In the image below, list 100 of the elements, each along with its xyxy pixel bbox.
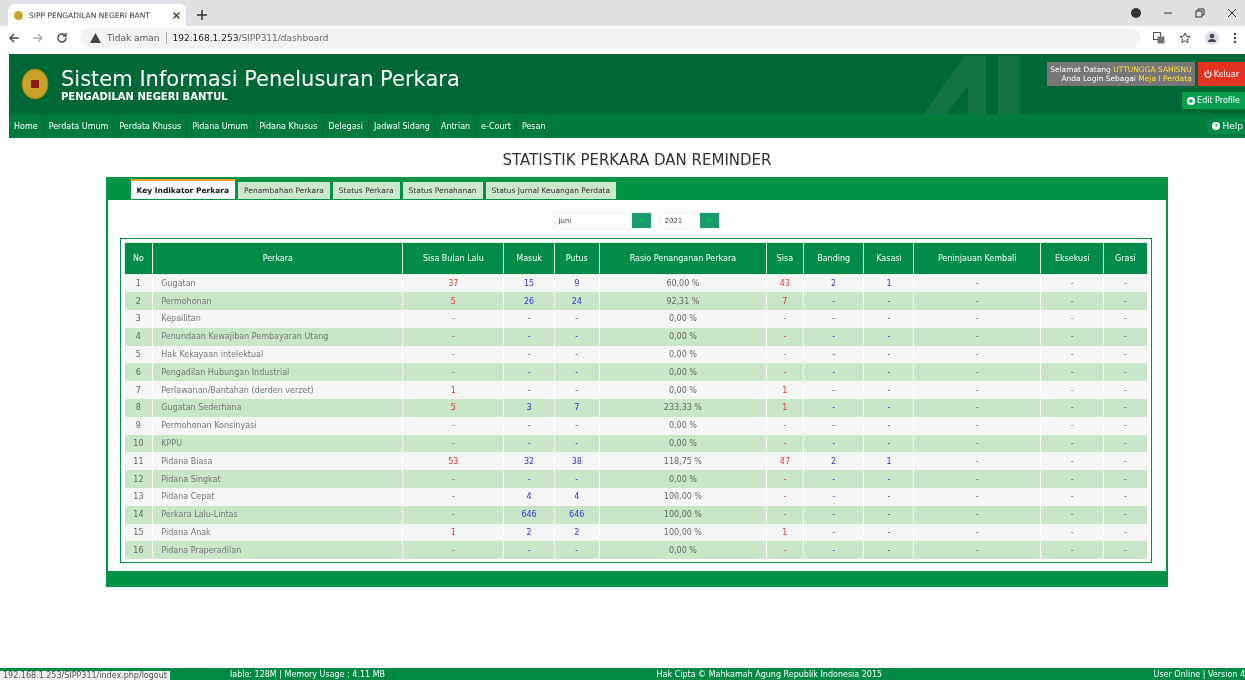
nav-link[interactable]: Home <box>9 114 44 138</box>
table-cell: 8 <box>124 399 153 417</box>
table-cell: - <box>864 505 914 524</box>
warning-icon <box>90 33 101 43</box>
table-cell: - <box>402 327 504 346</box>
column-header: Banding <box>803 242 864 275</box>
table-cell: - <box>766 541 804 560</box>
table-cell: - <box>913 541 1041 560</box>
status-url-tooltip: 192.168.1.253/SIPP311/index.php/logout <box>0 671 170 680</box>
caret-icon <box>705 218 713 223</box>
table-cell: - <box>913 416 1041 435</box>
table-cell: - <box>1103 310 1147 328</box>
edit-profile-button[interactable]: Edit Profile <box>1182 92 1245 109</box>
table-cell: - <box>1040 416 1104 435</box>
power-icon <box>1203 70 1212 78</box>
table-cell: - <box>803 416 864 435</box>
table-cell: - <box>554 310 600 328</box>
table-cell: - <box>1103 488 1147 506</box>
column-header: Masuk <box>503 242 555 275</box>
column-header: Putus <box>554 242 600 275</box>
caret-icon <box>637 218 645 223</box>
table-cell: - <box>913 505 1041 524</box>
copyright-text: Hak Cipta © Mahkamah Agung Republik Indonesia 2015 <box>656 669 883 679</box>
account-icon[interactable] <box>1205 31 1219 45</box>
translate-icon[interactable] <box>1153 32 1165 44</box>
logout-button[interactable]: Keluar <box>1197 62 1245 86</box>
profile-icon[interactable] <box>1131 8 1141 18</box>
table-cell: - <box>913 488 1041 506</box>
menu-icon[interactable] <box>1233 32 1237 44</box>
table-cell: - <box>402 310 504 328</box>
memory-usage-text: lable: 128M | Memory Usage : 4.11 MB <box>230 669 386 679</box>
table-cell: Pidana Cepat <box>152 488 403 506</box>
star-icon[interactable] <box>1179 32 1191 44</box>
address-bar[interactable]: Tidak aman 192.168.1.253/SIPP311/dashboard <box>80 28 1141 48</box>
table-cell: 0,00 % <box>599 327 767 346</box>
reload-icon[interactable] <box>56 32 68 44</box>
table-cell: 9 <box>124 416 153 435</box>
column-header: Rasio Penanganan Perkara <box>599 242 767 275</box>
table-cell: Penundaan Kewajiban Pembayaran Utang <box>152 327 403 346</box>
restore-icon[interactable] <box>1195 8 1205 18</box>
table-cell: 3 <box>503 399 555 417</box>
plus-circle-icon <box>1187 96 1196 105</box>
nav-link[interactable]: Pidana Umum <box>187 114 255 138</box>
table-cell: - <box>1103 327 1147 346</box>
table-cell: - <box>766 310 804 328</box>
nav-link[interactable]: Pidana Khusus <box>254 114 324 138</box>
table-cell: - <box>803 488 864 506</box>
table-cell: - <box>803 505 864 524</box>
table-cell: 3 <box>124 310 153 328</box>
table-cell: - <box>402 541 504 560</box>
nav-link[interactable]: Jadwal Sidang <box>368 114 436 138</box>
table-cell: - <box>913 327 1041 346</box>
column-header: Perkara <box>152 242 403 275</box>
table-cell: - <box>803 327 864 346</box>
nav-link[interactable]: Antrian <box>435 114 477 138</box>
site-subtitle: PENGADILAN NEGERI BANTUL <box>61 90 229 102</box>
nav-link[interactable]: Pesan <box>516 114 552 138</box>
table-cell: Perkara Lalu-Lintas <box>152 505 403 524</box>
nav-link[interactable]: Delegasi <box>323 114 369 138</box>
table-cell: 233,33 % <box>599 399 767 417</box>
table-cell: 4 <box>554 488 600 506</box>
table-cell: - <box>913 310 1041 328</box>
table-cell: - <box>864 399 914 417</box>
table-cell: - <box>766 505 804 524</box>
table-cell: 16 <box>124 541 153 560</box>
close-icon[interactable] <box>173 11 180 19</box>
table-cell: - <box>402 505 504 524</box>
table-cell: - <box>766 488 804 506</box>
table-cell: - <box>503 416 555 435</box>
favicon-icon <box>14 10 23 20</box>
table-cell: - <box>864 327 914 346</box>
column-header: Eksekusi <box>1040 242 1104 275</box>
table-cell: - <box>913 399 1041 417</box>
table-cell: 14 <box>124 505 153 524</box>
page-title: STATISTIK PERKARA DAN REMINDER <box>502 151 772 169</box>
table-cell: - <box>1103 416 1147 435</box>
table-cell: - <box>503 310 555 328</box>
column-header: Grasi <box>1103 242 1147 275</box>
table-cell: - <box>864 310 914 328</box>
table-cell: 0,00 % <box>599 416 767 435</box>
table-cell: 7 <box>554 399 600 417</box>
table-cell: - <box>803 541 864 560</box>
table-cell: 1 <box>766 399 804 417</box>
new-tab-icon[interactable] <box>196 9 208 21</box>
table-cell: - <box>1103 399 1147 417</box>
nav-link[interactable]: Perdata Khusus <box>114 114 188 138</box>
table-cell: - <box>1103 541 1147 560</box>
back-icon[interactable] <box>8 32 20 44</box>
version-text: User Online | Version 4 <box>1153 669 1245 679</box>
table-cell: Pidana Praperadilan <box>152 541 403 560</box>
table-cell: 646 <box>503 505 555 524</box>
close-icon[interactable] <box>1227 8 1237 18</box>
column-header: Sisa <box>766 242 804 275</box>
site-title: Sistem Informasi Penelusuran Perkara <box>61 66 460 91</box>
table-cell: Permohonan Konsinyasi <box>152 416 403 435</box>
help-button[interactable]: Help <box>1206 118 1245 134</box>
nav-link[interactable]: e-Court <box>476 114 517 138</box>
nav-link[interactable]: Perdata Umum <box>43 114 115 138</box>
table-cell: 646 <box>554 505 600 524</box>
table-cell: 13 <box>124 488 153 506</box>
